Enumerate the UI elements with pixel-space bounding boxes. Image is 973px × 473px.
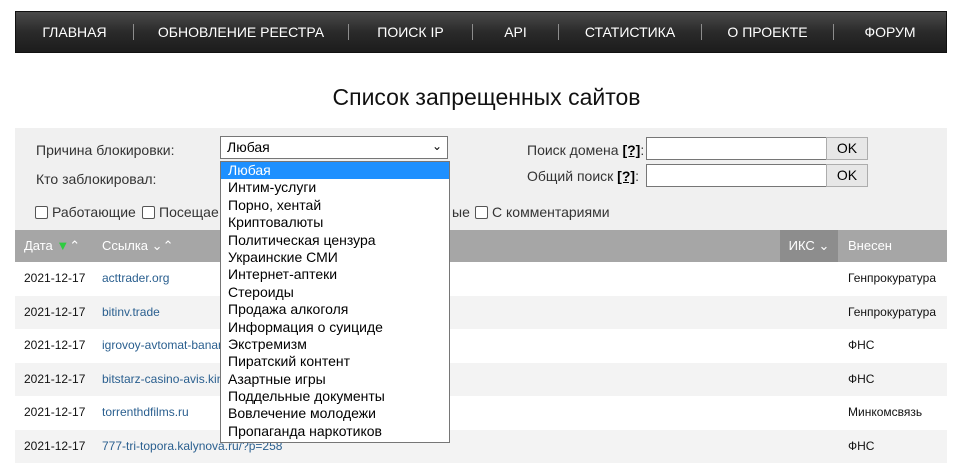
general-search-help-link[interactable]: [?] (617, 168, 635, 184)
domain-search-input[interactable] (646, 137, 828, 160)
checkbox-box[interactable] (35, 205, 48, 219)
checkbox-label-fragment: ые (452, 204, 470, 220)
checkbox-visited[interactable]: Посещае (142, 204, 219, 220)
sort-down-icon[interactable]: ⌄ (152, 238, 163, 253)
checkbox-label: ые (452, 204, 470, 220)
row-date: 2021-12-17 (24, 304, 86, 319)
table-body: 2021-12-17 acttrader.org Генпрокуратура … (15, 262, 947, 463)
reason-dropdown-list: Любая Интим-услуги Порно, хентай Криптов… (220, 161, 450, 443)
filter-panel: Причина блокировки: Любая ⌄ Кто заблокир… (15, 128, 947, 230)
table-header: Дата ▼⌃ Ссылка ⌄⌃ ИКС ⌄ Внесен (15, 230, 947, 262)
nav-item-statistics[interactable]: Статистика (559, 12, 701, 52)
dropdown-option[interactable]: Пропаганда наркотиков (221, 423, 449, 440)
column-header-added: Внесен (838, 230, 947, 262)
row-added-by: ФНС (848, 338, 875, 352)
dropdown-option[interactable]: Вовлечение молодежи (221, 405, 449, 422)
dropdown-option[interactable]: Поддельные документы (221, 388, 449, 405)
dropdown-option[interactable]: Продажа алкоголя (221, 301, 449, 318)
domain-search-ok-button[interactable]: OK (826, 137, 868, 160)
table-row: 2021-12-17 777-tri-topora.kalynova.ru/?p… (15, 429, 947, 463)
sort-down-icon[interactable]: ▼ (56, 238, 69, 253)
row-added-by: ФНС (848, 438, 875, 453)
checkbox-label: Посещае (159, 204, 219, 220)
row-link[interactable]: torrenthdfilms.ru (102, 396, 189, 429)
main-nav: Главная Обновление реестра Поиск IP API … (15, 11, 947, 53)
reason-select-value: Любая (227, 139, 270, 155)
checkbox-box[interactable] (475, 205, 488, 219)
row-link[interactable]: bitinv.trade (102, 296, 160, 329)
dropdown-option[interactable]: Экстремизм (221, 336, 449, 353)
dropdown-option[interactable]: Пиратский контент (221, 353, 449, 370)
dropdown-option[interactable]: Стероиды (221, 284, 449, 301)
table-row: 2021-12-17 acttrader.org Генпрокуратура (15, 262, 947, 296)
row-date: 2021-12-17 (24, 271, 86, 285)
general-search-ok-button[interactable]: OK (826, 164, 868, 187)
domain-search-help-link[interactable]: [?] (622, 142, 640, 158)
checkbox-box[interactable] (142, 205, 155, 219)
general-search-label: Общий поиск [?]: (527, 168, 639, 184)
dropdown-option[interactable]: Азартные игры (221, 371, 449, 388)
chevron-down-icon[interactable]: ⌄ (818, 238, 829, 253)
table-row: 2021-12-17 igrovoy-avtomat-banan ФНС (15, 329, 947, 363)
row-added-by: Генпрокуратура (848, 271, 937, 285)
chevron-down-icon: ⌄ (431, 139, 442, 153)
dropdown-option[interactable]: Интернет-аптеки (221, 266, 449, 283)
column-header-date[interactable]: Дата ▼⌃ (24, 230, 80, 262)
table-row: 2021-12-17 torrenthdfilms.ru Минкомсвязь (15, 396, 947, 430)
dropdown-option[interactable]: Любая (221, 162, 449, 180)
dropdown-option[interactable]: Криптовалюты (221, 214, 449, 231)
domain-search-label: Поиск домена [?]: (527, 142, 645, 158)
row-date: 2021-12-17 (24, 371, 86, 386)
nav-item-api[interactable]: API (473, 12, 558, 52)
column-header-ikc[interactable]: ИКС ⌄ (780, 230, 838, 262)
table-row: 2021-12-17 bitinv.trade Генпрокуратура (15, 295, 947, 329)
nav-item-home[interactable]: Главная (16, 12, 133, 52)
checkbox-label: Работающие (52, 204, 136, 220)
reason-label: Причина блокировки: (36, 142, 175, 158)
sort-up-icon[interactable]: ⌃ (69, 238, 80, 253)
row-added-by: Минкомсвязь (848, 405, 923, 419)
checkbox-working[interactable]: Работающие (35, 204, 136, 220)
dropdown-option[interactable]: Порно, хентай (221, 197, 449, 214)
row-added-by: Генпрокуратура (848, 304, 937, 319)
row-link[interactable]: bitstarz-casino-avis.kin (102, 363, 223, 396)
dropdown-option[interactable]: Украинские СМИ (221, 249, 449, 266)
row-added-by: ФНС (848, 371, 875, 386)
dropdown-option[interactable]: Интим-услуги (221, 179, 449, 196)
general-search-input[interactable] (646, 164, 828, 187)
nav-item-about[interactable]: О проекте (702, 12, 833, 52)
checkbox-with-comments[interactable]: С комментариями (475, 204, 610, 220)
row-link[interactable]: igrovoy-avtomat-banan (102, 329, 225, 362)
nav-item-registry-update[interactable]: Обновление реестра (134, 12, 348, 52)
checkbox-label: С комментариями (492, 204, 610, 220)
blocker-label: Кто заблокировал: (36, 171, 157, 187)
nav-item-ip-search[interactable]: Поиск IP (349, 12, 472, 52)
row-date: 2021-12-17 (24, 438, 86, 453)
sort-up-icon[interactable]: ⌃ (163, 238, 174, 253)
row-date: 2021-12-17 (24, 338, 86, 352)
row-link[interactable]: acttrader.org (102, 262, 169, 295)
dropdown-option[interactable]: Информация о суициде (221, 319, 449, 336)
column-header-link[interactable]: Ссылка ⌄⌃ (102, 230, 173, 262)
row-date: 2021-12-17 (24, 405, 86, 419)
dropdown-option[interactable]: Политическая цензура (221, 232, 449, 249)
nav-item-forum[interactable]: Форум (834, 12, 946, 52)
table-row: 2021-12-17 bitstarz-casino-avis.kin ФНС (15, 362, 947, 396)
reason-select[interactable]: Любая ⌄ (220, 136, 448, 159)
page-title: Список запрещенных сайтов (332, 84, 641, 110)
